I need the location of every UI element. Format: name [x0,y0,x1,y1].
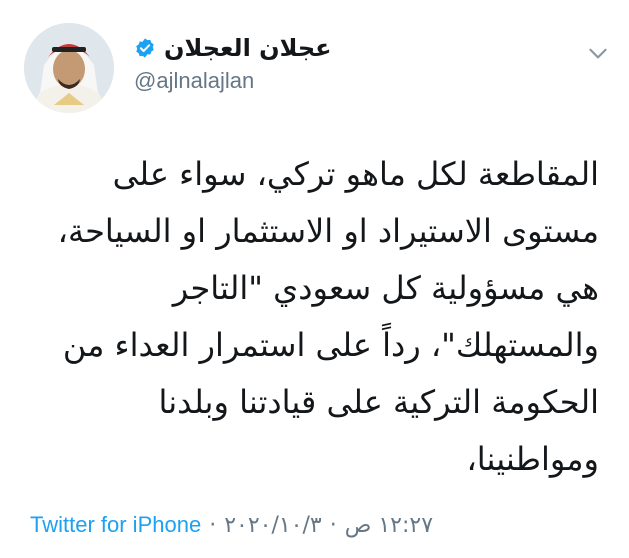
author-info: عجلان العجلان @ajlnalajlan [134,34,332,94]
separator: · [329,512,337,538]
avatar-image [24,23,114,113]
tweet-header: عجلان العجلان @ajlnalajlan [0,18,629,118]
tweet-date[interactable]: ٢٠٢٠/١٠/٣ [224,513,322,538]
display-name[interactable]: عجلان العجلان [164,34,332,62]
tweet-line: هي مسؤولية كل سعودي "التاجر [172,269,599,307]
chevron-down-icon[interactable] [585,40,611,66]
separator: · [209,512,217,538]
avatar[interactable] [24,23,114,113]
tweet-meta: Twitter for iPhone · ٢٠٢٠/١٠/٣ · ١٢:٢٧ ص [30,512,433,538]
tweet-line: المقاطعة لكل ماهو تركي، سواء على [112,155,599,193]
tweet-line: ومواطنينا، [466,440,599,478]
verified-badge-icon [136,38,154,58]
tweet-line: مستوى الاستيراد او الاستثمار او السياحة، [57,212,599,250]
source-link[interactable]: Twitter for iPhone [30,512,201,538]
tweet-line: الحكومة التركية على قيادتنا وبلدنا [158,383,599,421]
display-name-row: عجلان العجلان [134,34,332,62]
handle[interactable]: @ajlnalajlan [134,68,332,94]
tweet-line: والمستهلك"، رداً على استمرار العداء من [62,326,599,364]
tweet-text: المقاطعة لكل ماهو تركي، سواء على مستوى ا… [24,146,599,488]
tweet-time[interactable]: ١٢:٢٧ ص [345,513,433,538]
